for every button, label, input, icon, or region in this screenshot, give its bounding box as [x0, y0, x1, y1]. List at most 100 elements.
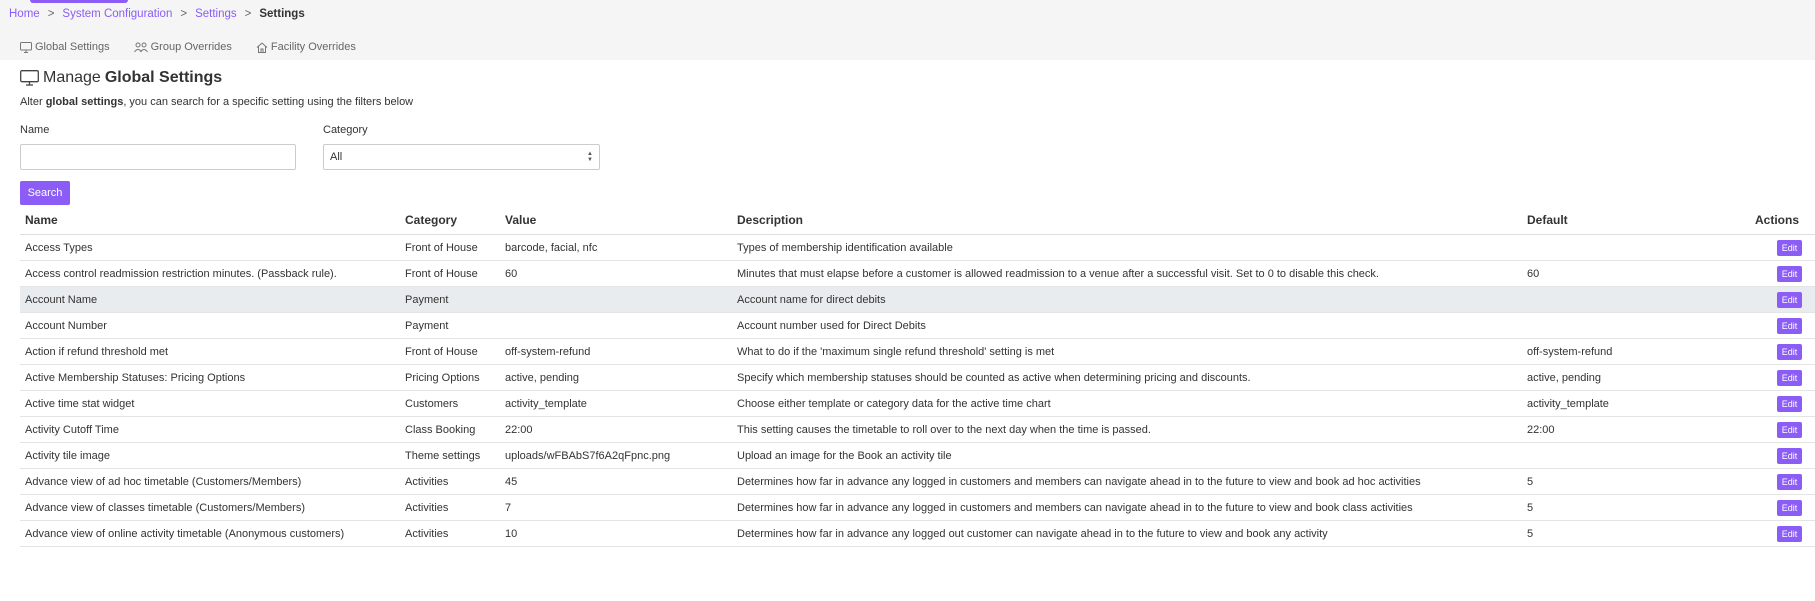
edit-button[interactable]: Edit [1777, 291, 1802, 308]
cell-category: Front of House [405, 345, 478, 358]
cell-name: Account Name [25, 293, 98, 306]
cell-actions: Edit [1757, 499, 1815, 516]
cell-value: active, pending [505, 371, 579, 384]
cell-value: 45 [505, 475, 518, 488]
edit-button[interactable]: Edit [1777, 239, 1802, 256]
cell-description: Determines how far in advance any logged… [737, 475, 1421, 488]
cell-description: Choose either template or category data … [737, 397, 1051, 410]
header-value: Value [505, 212, 537, 227]
cell-description: Minutes that must elapse before a custom… [737, 267, 1379, 280]
table-row: Active time stat widget Customers activity… [20, 391, 1815, 417]
cell-actions: Edit [1757, 421, 1815, 438]
tab-label: Global Settings [35, 41, 110, 53]
cell-name: Activity Cutoff Time [25, 423, 119, 436]
edit-button[interactable]: Edit [1777, 317, 1802, 334]
table-row: Advance view of classes timetable (Custo… [20, 495, 1815, 521]
name-filter-input[interactable] [20, 144, 296, 170]
cell-actions: Edit [1757, 525, 1815, 542]
monitor-icon [20, 41, 32, 53]
cell-category: Payment [405, 319, 449, 332]
cell-default: 60 [1527, 267, 1540, 280]
table-row: Activity Cutoff Time Class Booking 22:00 Th… [20, 417, 1815, 443]
cell-description: Specify which membership statuses should… [737, 371, 1251, 384]
settings-table: Name Category Value Description Default … [20, 205, 1815, 547]
tab-facility-overrides[interactable]: Facility Overrides [256, 40, 356, 54]
cell-category: Front of House [405, 267, 478, 280]
settings-tabs: Global Settings Group Overrides Facility… [20, 40, 380, 54]
breadcrumb-system-configuration[interactable]: System Configuration [62, 8, 172, 20]
cell-actions: Edit [1757, 317, 1815, 334]
edit-button[interactable]: Edit [1777, 499, 1802, 516]
accent-strip [30, 0, 128, 3]
monitor-icon [20, 70, 39, 86]
cell-actions: Edit [1757, 473, 1815, 490]
tab-global-settings[interactable]: Global Settings [20, 40, 110, 54]
cell-category: Theme settings [405, 449, 481, 462]
cell-name: Advance view of ad hoc timetable (Custom… [25, 475, 302, 488]
cell-name: Activity tile image [25, 449, 110, 462]
cell-actions: Edit [1757, 395, 1815, 412]
breadcrumb-home[interactable]: Home [9, 8, 40, 20]
cell-name: Account Number [25, 319, 107, 332]
cell-name: Action if refund threshold met [25, 345, 169, 358]
top-bar: Home > System Configuration > Settings > Setti… [0, 0, 1815, 60]
cell-description: Types of membership identification avail… [737, 241, 953, 254]
page-title: Manage Global Settings [20, 69, 222, 87]
cell-category: Class Booking [405, 423, 476, 436]
search-button[interactable]: Search [20, 181, 70, 205]
cell-actions: Edit [1757, 239, 1815, 256]
subtitle-suffix: , you can search for a specific setting … [123, 96, 414, 108]
cell-name: Advance view of online activity timetabl… [25, 527, 345, 540]
cell-actions: Edit [1757, 265, 1815, 282]
category-filter-label: Category [323, 124, 368, 136]
edit-button[interactable]: Edit [1777, 395, 1802, 412]
cell-default: active, pending [1527, 371, 1601, 384]
header-category: Category [405, 212, 458, 227]
edit-button[interactable]: Edit [1777, 473, 1802, 490]
table-row: Account Name Payment Account name for dire… [20, 287, 1815, 313]
breadcrumb-separator: > [180, 8, 188, 20]
header-name: Name [25, 212, 58, 227]
cell-default: 5 [1527, 501, 1534, 514]
edit-button[interactable]: Edit [1777, 421, 1802, 438]
cell-category: Payment [405, 293, 449, 306]
tab-group-overrides[interactable]: Group Overrides [133, 40, 232, 54]
tab-label: Group Overrides [150, 41, 232, 53]
breadcrumb-separator: > [244, 8, 252, 20]
cell-description: Account number used for Direct Debits [737, 319, 926, 332]
edit-button[interactable]: Edit [1777, 447, 1802, 464]
cell-category: Pricing Options [405, 371, 480, 384]
breadcrumb: Home > System Configuration > Settings > Setti… [9, 7, 305, 21]
cell-actions: Edit [1757, 291, 1815, 308]
cell-description: Account name for direct debits [737, 293, 886, 306]
cell-value: uploads/wFBAbS7f6A2qFpnc.png [505, 449, 671, 462]
breadcrumb-settings[interactable]: Settings [195, 8, 237, 20]
home-icon [256, 41, 268, 53]
cell-default: 5 [1527, 475, 1534, 488]
tab-label: Facility Overrides [270, 41, 356, 53]
edit-button[interactable]: Edit [1777, 525, 1802, 542]
cell-actions: Edit [1757, 343, 1815, 360]
table-row: Account Number Payment Account number used… [20, 313, 1815, 339]
cell-value: activity_template [505, 397, 587, 410]
name-filter-label: Name [20, 124, 50, 136]
edit-button[interactable]: Edit [1777, 265, 1802, 282]
table-row: Advance view of online activity timetabl… [20, 521, 1815, 547]
category-filter-select[interactable]: All ▲ ▼ [323, 144, 600, 170]
cell-description: What to do if the 'maximum single refund… [737, 345, 1055, 358]
cell-category: Activities [405, 501, 449, 514]
cell-category: Activities [405, 475, 449, 488]
breadcrumb-current: Settings [259, 8, 305, 20]
subtitle-bold: global settings [45, 96, 124, 108]
cell-default: 22:00 [1527, 423, 1555, 436]
cell-value: 22:00 [505, 423, 533, 436]
breadcrumb-separator: > [47, 8, 55, 20]
table-row: Action if refund threshold met Front of H… [20, 339, 1815, 365]
edit-button[interactable]: Edit [1777, 369, 1802, 386]
header-actions: Actions [1755, 212, 1800, 227]
cell-actions: Edit [1757, 447, 1815, 464]
cell-category: Customers [405, 397, 459, 410]
table-row: Active Membership Statuses: Pricing Opti… [20, 365, 1815, 391]
table-row: Advance view of ad hoc timetable (Custom… [20, 469, 1815, 495]
edit-button[interactable]: Edit [1777, 343, 1802, 360]
